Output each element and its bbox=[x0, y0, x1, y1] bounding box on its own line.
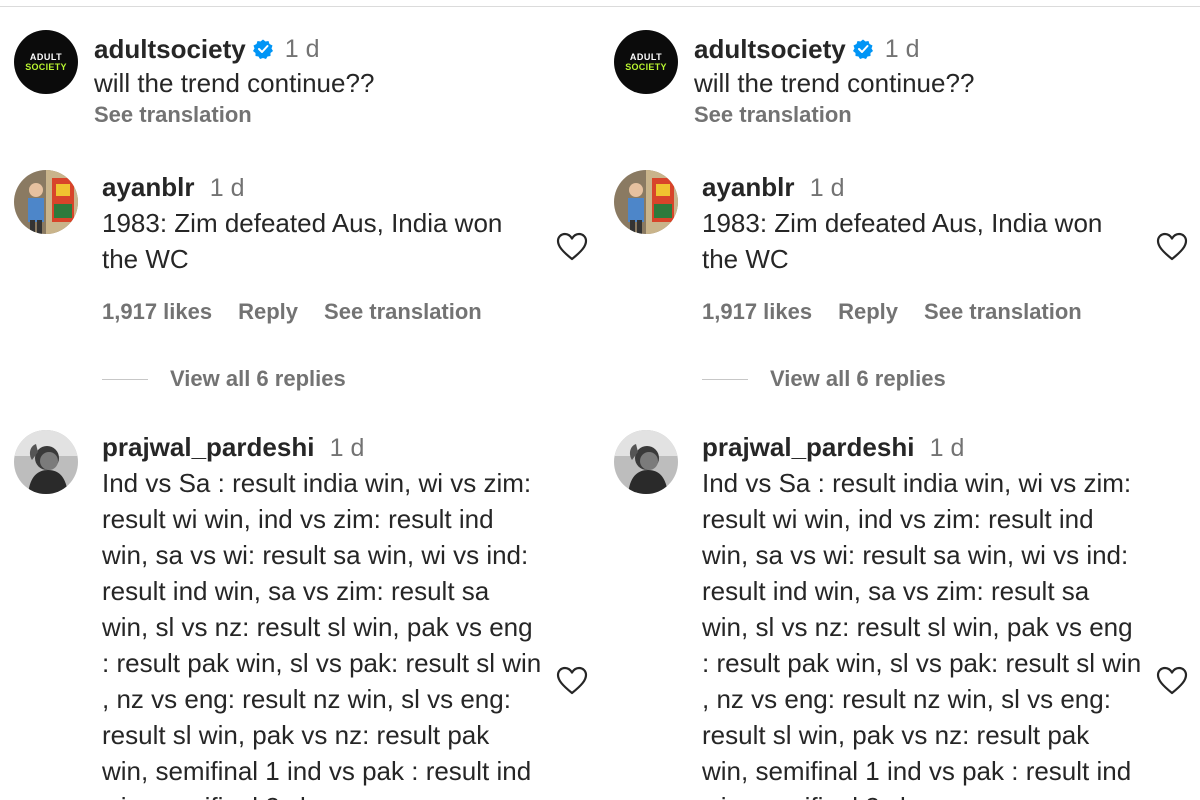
comment-text: 1983: Zim defeated Aus, India won the WC bbox=[102, 208, 503, 274]
comments-panel-right: ADULT SOCIETY adultsociety 1 d will the … bbox=[600, 0, 1200, 800]
comment-header: prajwal_pardeshi 1 d bbox=[102, 430, 542, 465]
adultsociety-avatar[interactable]: ADULT SOCIETY bbox=[14, 30, 78, 94]
caption-time: 1 d bbox=[884, 35, 920, 63]
caption-text: will the trend continue?? bbox=[694, 68, 975, 98]
prajwal-pardeshi-avatar[interactable] bbox=[614, 430, 678, 494]
likes-count[interactable]: 1,917 likes bbox=[102, 299, 212, 325]
view-replies-button[interactable]: View all 6 replies bbox=[102, 366, 346, 392]
comment-time: 1 d bbox=[809, 174, 845, 202]
comment-text: Ind vs Sa : result india win, wi vs zim:… bbox=[102, 468, 542, 800]
verified-badge-icon bbox=[252, 39, 273, 59]
comment-body: ayanblr 1 d 1983: Zim defeated Aus, Indi… bbox=[102, 170, 542, 325]
caption-see-translation-link[interactable]: See translation bbox=[694, 102, 1174, 128]
caption-username[interactable]: adultsociety bbox=[94, 32, 246, 66]
caption-header: adultsociety 1 d bbox=[694, 32, 1174, 66]
view-replies-label: View all 6 replies bbox=[170, 366, 346, 391]
logo-text-line1: ADULT bbox=[629, 51, 663, 62]
caption-time: 1 d bbox=[284, 35, 320, 63]
comment-actions: 1,917 likes Reply See translation bbox=[102, 299, 542, 325]
logo-text-line1: ADULT bbox=[29, 51, 63, 62]
comment-actions: 1,917 likes Reply See translation bbox=[702, 299, 1142, 325]
comment-text: 1983: Zim defeated Aus, India won the WC bbox=[702, 208, 1103, 274]
verified-badge-icon bbox=[852, 39, 873, 59]
comment-time: 1 d bbox=[329, 434, 365, 462]
replies-dash bbox=[702, 378, 748, 380]
view-replies-button[interactable]: View all 6 replies bbox=[702, 366, 946, 392]
caption-body: adultsociety 1 d will the trend continue… bbox=[694, 32, 1174, 128]
caption-username[interactable]: adultsociety bbox=[694, 32, 846, 66]
heart-icon[interactable] bbox=[1156, 232, 1188, 262]
comment-body: prajwal_pardeshi 1 d Ind vs Sa : result … bbox=[702, 430, 1142, 800]
comment-time: 1 d bbox=[209, 174, 245, 202]
comment-header: ayanblr 1 d bbox=[702, 170, 1142, 205]
comments-panel-left: ADULT SOCIETY adultsociety 1 d will the … bbox=[0, 0, 600, 800]
heart-icon[interactable] bbox=[1156, 666, 1188, 696]
logo-text-line2: SOCIETY bbox=[25, 61, 67, 72]
heart-icon[interactable] bbox=[556, 666, 588, 696]
comment-username[interactable]: ayanblr bbox=[702, 172, 795, 202]
caption-see-translation-link[interactable]: See translation bbox=[94, 102, 574, 128]
comment-text: Ind vs Sa : result india win, wi vs zim:… bbox=[702, 468, 1142, 800]
comment-header: prajwal_pardeshi 1 d bbox=[702, 430, 1142, 465]
comment-body: prajwal_pardeshi 1 d Ind vs Sa : result … bbox=[102, 430, 542, 800]
likes-count[interactable]: 1,917 likes bbox=[702, 299, 812, 325]
reply-button[interactable]: Reply bbox=[838, 299, 898, 325]
caption-text: will the trend continue?? bbox=[94, 68, 375, 98]
comment-username[interactable]: prajwal_pardeshi bbox=[702, 432, 914, 462]
comment-username[interactable]: prajwal_pardeshi bbox=[102, 432, 314, 462]
logo-text-line2: SOCIETY bbox=[625, 61, 667, 72]
comment-username[interactable]: ayanblr bbox=[102, 172, 195, 202]
view-replies-label: View all 6 replies bbox=[770, 366, 946, 391]
ayanblr-avatar[interactable] bbox=[14, 170, 78, 234]
comment-time: 1 d bbox=[929, 434, 965, 462]
caption-header: adultsociety 1 d bbox=[94, 32, 574, 66]
see-translation-link[interactable]: See translation bbox=[324, 299, 482, 325]
adultsociety-avatar[interactable]: ADULT SOCIETY bbox=[614, 30, 678, 94]
prajwal-pardeshi-avatar[interactable] bbox=[14, 430, 78, 494]
see-translation-link[interactable]: See translation bbox=[924, 299, 1082, 325]
ayanblr-avatar[interactable] bbox=[614, 170, 678, 234]
comment-header: ayanblr 1 d bbox=[102, 170, 542, 205]
replies-dash bbox=[102, 378, 148, 380]
heart-icon[interactable] bbox=[556, 232, 588, 262]
reply-button[interactable]: Reply bbox=[238, 299, 298, 325]
comment-body: ayanblr 1 d 1983: Zim defeated Aus, Indi… bbox=[702, 170, 1142, 325]
caption-body: adultsociety 1 d will the trend continue… bbox=[94, 32, 574, 128]
